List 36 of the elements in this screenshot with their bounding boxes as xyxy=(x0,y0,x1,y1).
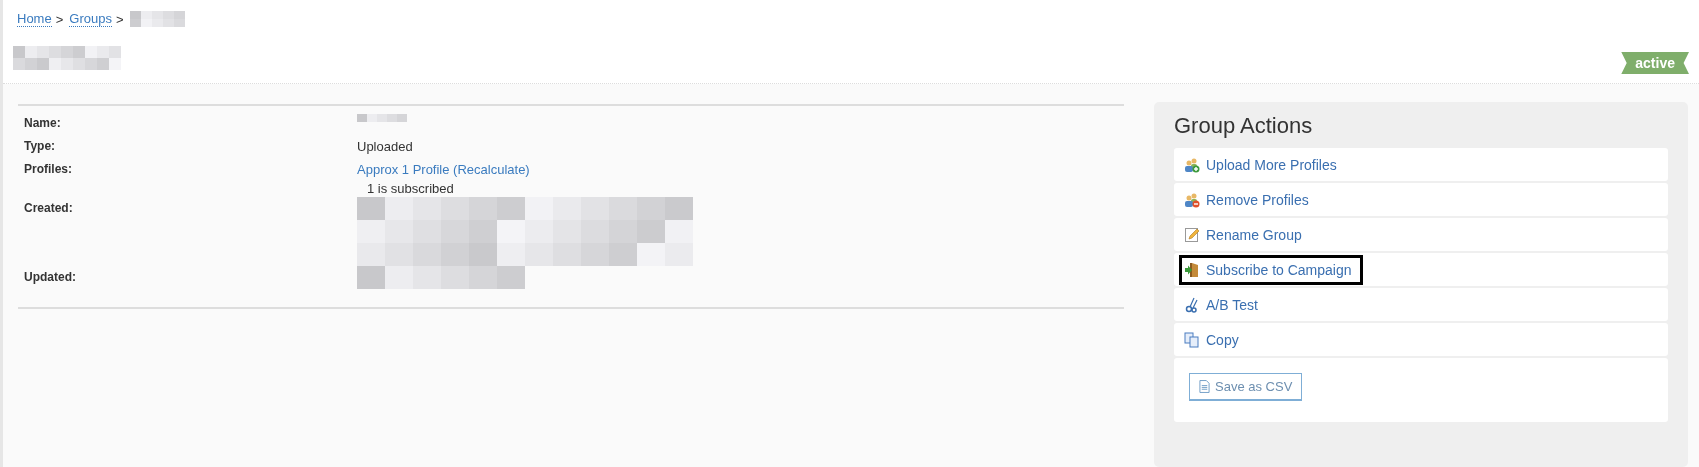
breadcrumb-link[interactable]: Groups xyxy=(69,11,112,27)
action-item[interactable]: Copy xyxy=(1174,323,1668,356)
copy-icon xyxy=(1184,331,1200,348)
subscribed-count: 1 is subscribed xyxy=(366,181,455,197)
action-link[interactable]: Subscribe to Campaign xyxy=(1179,254,1363,285)
breadcrumb-separator: > xyxy=(115,11,124,27)
field-label: Type: xyxy=(23,138,57,155)
breadcrumb-separator: > xyxy=(55,11,64,27)
action-item[interactable]: Rename Group xyxy=(1174,218,1668,251)
document-icon xyxy=(1199,380,1210,393)
redacted-text xyxy=(357,114,407,122)
profiles-link[interactable]: Approx 1 Profile (Recalculate) xyxy=(357,158,530,181)
action-item[interactable]: Upload More Profiles xyxy=(1174,148,1668,181)
field-label: Created: xyxy=(23,200,74,217)
scissors-icon xyxy=(1184,296,1200,313)
action-link[interactable]: Copy xyxy=(1179,324,1250,355)
field-label: Updated: xyxy=(23,269,77,286)
remove-people-icon xyxy=(1184,191,1200,208)
action-item[interactable]: A/B Test xyxy=(1174,288,1668,321)
action-link[interactable]: Remove Profiles xyxy=(1179,184,1320,215)
action-link[interactable]: A/B Test xyxy=(1179,289,1269,320)
door-arrow-icon xyxy=(1184,261,1200,278)
save-csv-button[interactable]: Save as CSV xyxy=(1189,373,1303,401)
field-label: Name: xyxy=(23,115,62,132)
action-item[interactable]: Subscribe to Campaign xyxy=(1174,253,1668,286)
redacted-text xyxy=(129,11,185,27)
action-link[interactable]: Rename Group xyxy=(1179,219,1313,250)
action-link[interactable]: Upload More Profiles xyxy=(1179,149,1348,180)
panel-title: Group Actions xyxy=(1174,112,1314,140)
action-item[interactable]: Remove Profiles xyxy=(1174,183,1668,216)
pencil-icon xyxy=(1184,226,1200,243)
breadcrumb-link[interactable]: Home xyxy=(17,11,52,27)
field-value: Uploaded xyxy=(357,138,413,156)
status-badge: active xyxy=(1621,52,1689,74)
field-label: Profiles: xyxy=(23,161,73,178)
add-people-icon xyxy=(1184,156,1200,173)
